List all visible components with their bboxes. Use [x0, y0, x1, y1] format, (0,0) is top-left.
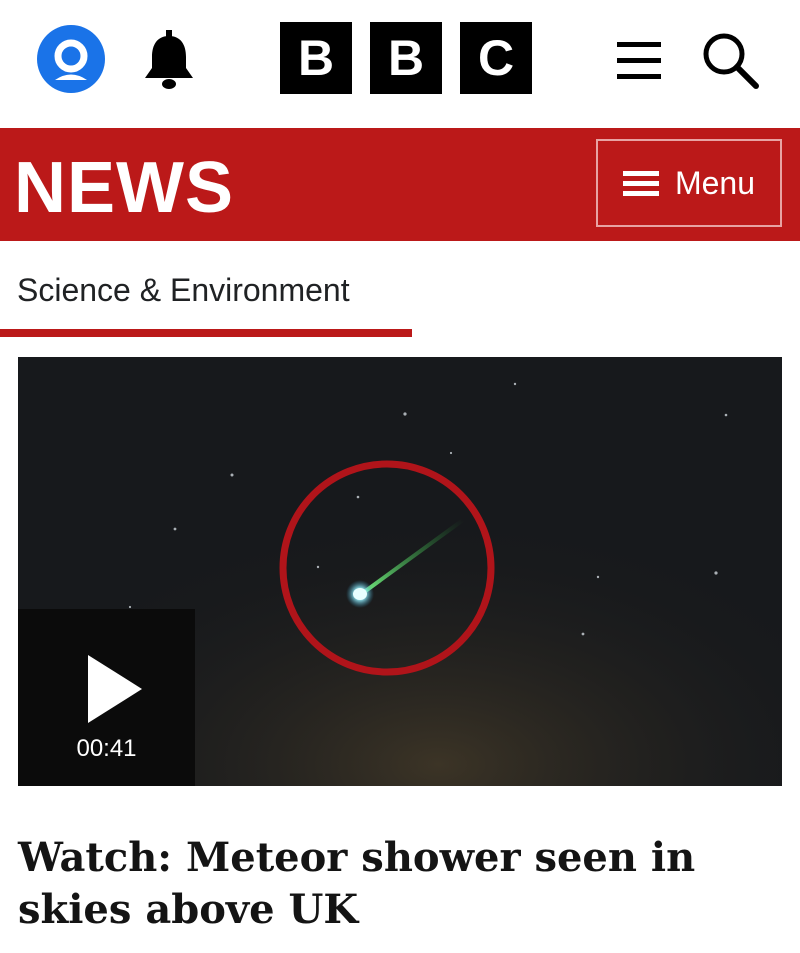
article-headline[interactable]: Watch: Meteor shower seen in skies above… [18, 832, 778, 936]
account-icon[interactable] [37, 25, 105, 93]
menu-label: Menu [674, 164, 756, 201]
logo-letter: C [460, 22, 532, 94]
menu-button[interactable]: Menu [596, 139, 782, 227]
search-icon[interactable] [700, 30, 760, 90]
play-button[interactable]: 00:41 [18, 609, 195, 786]
section-link[interactable]: Science & Environment [17, 272, 350, 309]
news-banner: NEWS Menu [0, 128, 800, 241]
section-underline [0, 329, 412, 337]
bbc-logo[interactable]: B B C [280, 22, 532, 94]
section-header: Science & Environment [0, 241, 800, 341]
news-title[interactable]: NEWS [14, 148, 234, 228]
play-icon [88, 655, 142, 723]
logo-letter: B [280, 22, 352, 94]
video-player[interactable]: 00:41 [18, 357, 782, 786]
hamburger-icon[interactable] [617, 42, 661, 82]
menu-icon [622, 166, 659, 201]
bell-icon[interactable] [138, 28, 200, 92]
video-duration: 00:41 [76, 735, 137, 762]
logo-letter: B [370, 22, 442, 94]
top-bar: B B C [0, 0, 800, 128]
